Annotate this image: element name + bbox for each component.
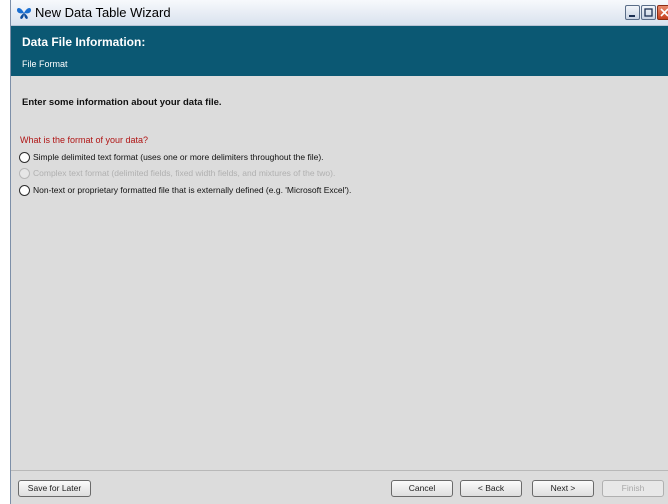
- option-label: Complex text format (delimited fields, f…: [33, 168, 336, 178]
- radio-button[interactable]: [19, 185, 30, 196]
- maximize-icon: [644, 8, 653, 17]
- maximize-button[interactable]: [641, 5, 656, 20]
- minimize-button[interactable]: [625, 5, 640, 20]
- footer-divider: [11, 470, 668, 471]
- wizard-window: New Data Table Wizard Data File Informat…: [10, 0, 668, 504]
- option-label: Simple delimited text format (uses one o…: [33, 152, 324, 162]
- wizard-header: Data File Information: File Format: [11, 26, 668, 76]
- cancel-button[interactable]: Cancel: [391, 480, 453, 497]
- radio-button[interactable]: [19, 152, 30, 163]
- radio-button: [19, 168, 30, 179]
- page-subtitle: File Format: [22, 59, 68, 69]
- format-question: What is the format of your data?: [20, 135, 149, 145]
- next-button[interactable]: Next >: [532, 480, 594, 497]
- close-button[interactable]: [657, 5, 668, 20]
- save-for-later-button[interactable]: Save for Later: [18, 480, 91, 497]
- close-icon: [660, 8, 668, 17]
- title-bar[interactable]: New Data Table Wizard: [11, 0, 668, 26]
- butterfly-icon: [17, 8, 31, 19]
- window-title: New Data Table Wizard: [35, 5, 171, 20]
- back-button[interactable]: < Back: [460, 480, 522, 497]
- finish-button: Finish: [602, 480, 664, 497]
- intro-text: Enter some information about your data f…: [22, 97, 222, 108]
- option-label: Non-text or proprietary formatted file t…: [33, 185, 352, 195]
- minimize-icon: [629, 15, 635, 17]
- page-title: Data File Information:: [22, 35, 146, 49]
